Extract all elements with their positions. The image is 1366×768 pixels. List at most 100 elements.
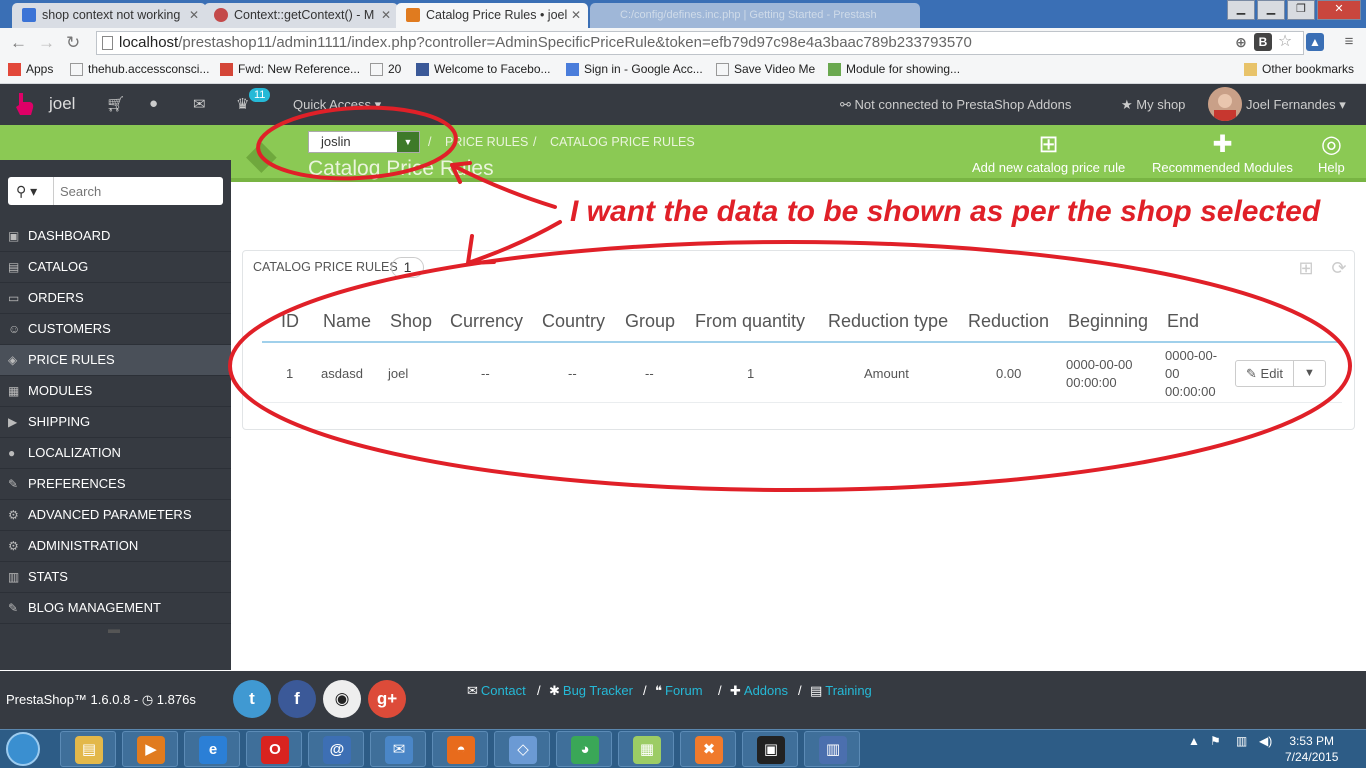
restore-button[interactable]: ❐	[1287, 0, 1315, 20]
minimize-button[interactable]: ▁	[1227, 0, 1255, 20]
taskbar-app[interactable]: ◕	[556, 731, 612, 767]
windows-start-button[interactable]	[6, 732, 40, 766]
menu-icon[interactable]: ≡	[1340, 33, 1358, 51]
close-window-button[interactable]: ✕	[1317, 0, 1361, 20]
address-bar[interactable]: localhost/prestashop11/admin1111/index.p…	[96, 31, 1304, 55]
sidebar-item-administration[interactable]: ⚙ Administration	[0, 531, 231, 562]
refresh-icon[interactable]: ⟳	[1328, 258, 1350, 280]
bookmark-item[interactable]: Welcome to Facebo...	[416, 62, 551, 76]
column-header-id[interactable]: ID	[281, 311, 299, 332]
column-header-end[interactable]: End	[1167, 311, 1199, 332]
back-arrow-icon[interactable]: ←	[10, 33, 27, 53]
taskbar-app[interactable]: e	[184, 731, 240, 767]
taskbar-app[interactable]: ✖	[680, 731, 736, 767]
add-icon[interactable]: ⊞	[1295, 258, 1317, 280]
bookmark-item[interactable]: 20	[370, 62, 401, 76]
column-header-reduction[interactable]: Reduction	[968, 311, 1049, 332]
close-icon[interactable]: ✕	[189, 3, 199, 27]
reload-icon[interactable]: ↻	[66, 33, 80, 53]
bookmark-item[interactable]: Fwd: New Reference...	[220, 62, 360, 76]
minimize-button-2[interactable]: ▁	[1257, 0, 1285, 20]
my-shop-link[interactable]: ★ My shop	[1121, 97, 1185, 113]
system-clock[interactable]: 3:53 PM 7/24/2015	[1285, 733, 1338, 765]
sidebar-item-blog-management[interactable]: ✎ Blog Management	[0, 593, 231, 624]
taskbar-app[interactable]: ◓	[432, 731, 488, 767]
browser-tab-1[interactable]: shop context not working ✕	[12, 3, 206, 28]
footer-link-forum[interactable]: ❝ Forum	[655, 683, 703, 699]
breadcrumb-catalog-price-rules[interactable]: Catalog price rules	[550, 135, 695, 149]
avatar[interactable]	[1208, 87, 1242, 121]
column-header-beginning[interactable]: Beginning	[1068, 311, 1148, 332]
envelope-icon[interactable]: ✉	[193, 95, 206, 113]
sidebar-item-stats[interactable]: ▥ Stats	[0, 562, 231, 593]
column-header-country[interactable]: Country	[542, 311, 605, 332]
bookmark-apps[interactable]: Apps	[8, 62, 53, 76]
cart-icon[interactable]: 🛒︎	[106, 95, 125, 113]
footer-link-addons[interactable]: ✚ Addons	[730, 683, 788, 699]
taskbar-app[interactable]: ▥	[804, 731, 860, 767]
bookmark-item[interactable]: thehub.accessconsci...	[70, 62, 209, 76]
bootstrap-extension-icon[interactable]: B	[1254, 33, 1272, 51]
taskbar-app[interactable]: ▶	[122, 731, 178, 767]
extension-icon[interactable]: ▲	[1306, 33, 1324, 51]
other-bookmarks[interactable]: Other bookmarks	[1244, 62, 1354, 76]
volume-icon[interactable]: ◀)	[1259, 734, 1272, 748]
shop-name-link[interactable]: joel	[49, 94, 75, 114]
edit-button[interactable]: ✎ Edit	[1235, 360, 1294, 387]
close-icon[interactable]: ✕	[571, 3, 581, 27]
browser-tab-2[interactable]: Context::getContext() - M ✕	[204, 3, 398, 28]
sidebar-item-modules[interactable]: ▦ Modules	[0, 376, 231, 407]
user-icon[interactable]: ●	[149, 95, 158, 112]
column-header-reduction-type[interactable]: Reduction type	[828, 311, 948, 332]
trophy-icon[interactable]: ♛	[236, 95, 249, 113]
sidebar-item-advanced-parameters[interactable]: ⚙ Advanced Parameters	[0, 500, 231, 531]
sidebar-item-dashboard[interactable]: ▣ Dashboard	[0, 221, 231, 252]
chevron-down-icon[interactable]: ▼	[397, 132, 419, 152]
taskbar-app[interactable]: ▤	[60, 731, 116, 767]
breadcrumb-price-rules[interactable]: Price rules	[445, 135, 528, 149]
shop-context-select[interactable]: joslin ▼	[308, 131, 420, 153]
taskbar-app[interactable]: O	[246, 731, 302, 767]
action-center-icon[interactable]: ⚑	[1210, 734, 1221, 748]
zoom-icon[interactable]: ⊕	[1232, 33, 1250, 51]
google-plus-icon[interactable]: g+	[368, 680, 406, 718]
sidebar-item-localization[interactable]: ● Localization	[0, 438, 231, 469]
taskbar-app[interactable]: ▦	[618, 731, 674, 767]
close-icon[interactable]: ✕	[381, 3, 391, 27]
browser-tab-3[interactable]: Catalog Price Rules • joel ✕	[396, 3, 588, 28]
quick-access-menu[interactable]: Quick Access ▾	[293, 97, 381, 113]
footer-link-bug-tracker[interactable]: ✱ Bug Tracker	[549, 683, 633, 699]
user-menu[interactable]: Joel Fernandes ▾	[1246, 97, 1346, 113]
taskbar-app[interactable]: ✉	[370, 731, 426, 767]
footer-link-contact[interactable]: ✉ Contact	[467, 683, 526, 699]
row-actions-dropdown[interactable]: ▼	[1293, 360, 1326, 387]
collapse-menu-icon[interactable]: ▬	[108, 622, 120, 636]
star-icon[interactable]: ☆	[1276, 33, 1294, 51]
search-input[interactable]	[60, 181, 215, 201]
taskbar-app[interactable]: @	[308, 731, 364, 767]
forward-arrow-icon[interactable]: →	[38, 33, 55, 53]
github-icon[interactable]: ◉	[323, 680, 361, 718]
network-icon[interactable]: ▥	[1236, 734, 1247, 748]
taskbar-app[interactable]: ▣	[742, 731, 798, 767]
sidebar-item-price-rules[interactable]: ◈ Price Rules	[0, 345, 231, 376]
bookmark-item[interactable]: Save Video Me	[716, 62, 815, 76]
sidebar-item-shipping[interactable]: ▶ Shipping	[0, 407, 231, 438]
add-new-catalog-price-rule-button[interactable]: ⊞ Add new catalog price rule	[972, 130, 1125, 175]
twitter-icon[interactable]: t	[233, 680, 271, 718]
column-header-shop[interactable]: Shop	[390, 311, 432, 332]
column-header-currency[interactable]: Currency	[450, 311, 523, 332]
bookmark-item[interactable]: Module for showing...	[828, 62, 960, 76]
taskbar-app[interactable]: ◇	[494, 731, 550, 767]
sidebar-item-orders[interactable]: ▭ Orders	[0, 283, 231, 314]
sidebar-item-catalog[interactable]: ▤ Catalog	[0, 252, 231, 283]
show-hidden-icons[interactable]: ▲	[1188, 734, 1200, 748]
facebook-icon[interactable]: f	[278, 680, 316, 718]
sidebar-item-customers[interactable]: ☺ Customers	[0, 314, 231, 345]
column-header-group[interactable]: Group	[625, 311, 675, 332]
prestashop-logo-icon[interactable]	[10, 90, 38, 118]
footer-link-training[interactable]: ▤ Training	[810, 683, 872, 699]
bookmark-item[interactable]: Sign in - Google Acc...	[566, 62, 703, 76]
column-header-name[interactable]: Name	[323, 311, 371, 332]
recommended-modules-button[interactable]: ✚ Recommended Modules	[1152, 130, 1293, 175]
